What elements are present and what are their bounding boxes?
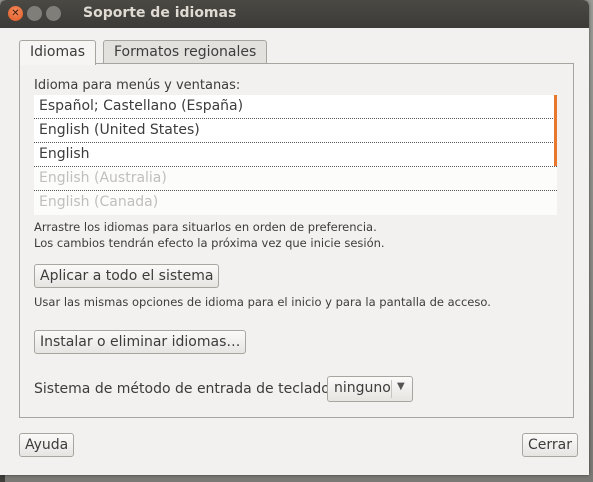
language-support-window: ✕ Soporte de idiomas Idiomas Formatos re… <box>0 0 589 475</box>
apply-system-wide-button[interactable]: Aplicar a todo el sistema <box>34 264 220 288</box>
combo-divider <box>391 380 392 398</box>
install-remove-languages-button[interactable]: Instalar o eliminar idiomas… <box>34 330 247 354</box>
list-item[interactable]: English (Canada) <box>34 191 557 215</box>
list-item[interactable]: English <box>34 143 557 167</box>
input-method-select[interactable]: ninguno ▼ <box>327 376 413 402</box>
input-method-value: ninguno <box>334 380 391 396</box>
tab-idiomas[interactable]: Idiomas <box>19 40 96 65</box>
maximize-window-icon[interactable] <box>46 6 61 21</box>
chevron-down-icon: ▼ <box>397 381 405 392</box>
minimize-window-icon[interactable] <box>27 6 42 21</box>
list-item[interactable]: Español; Castellano (España) <box>34 95 557 119</box>
close-window-icon[interactable]: ✕ <box>8 6 23 21</box>
tab-formatos-regionales[interactable]: Formatos regionales <box>103 40 268 64</box>
list-item[interactable]: English (United States) <box>34 119 557 143</box>
input-method-label: Sistema de método de entrada de teclado: <box>34 381 335 397</box>
close-button[interactable]: Cerrar <box>522 433 578 457</box>
languages-heading: Idioma para menús y ventanas: <box>34 78 241 93</box>
list-scrollbar[interactable] <box>554 95 557 166</box>
apply-hint: Usar las mismas opciones de idioma para … <box>34 295 491 309</box>
hint-restart: Los cambios tendrán efecto la próxima ve… <box>34 236 385 250</box>
language-list[interactable]: Español; Castellano (España) English (Un… <box>34 95 557 215</box>
window-title: Soporte de idiomas <box>83 5 237 21</box>
help-button[interactable]: Ayuda <box>19 433 75 457</box>
hint-drag: Arrastre los idiomas para situarlos en o… <box>34 220 377 234</box>
titlebar: ✕ Soporte de idiomas <box>0 0 589 28</box>
list-item[interactable]: English (Australia) <box>34 167 557 191</box>
